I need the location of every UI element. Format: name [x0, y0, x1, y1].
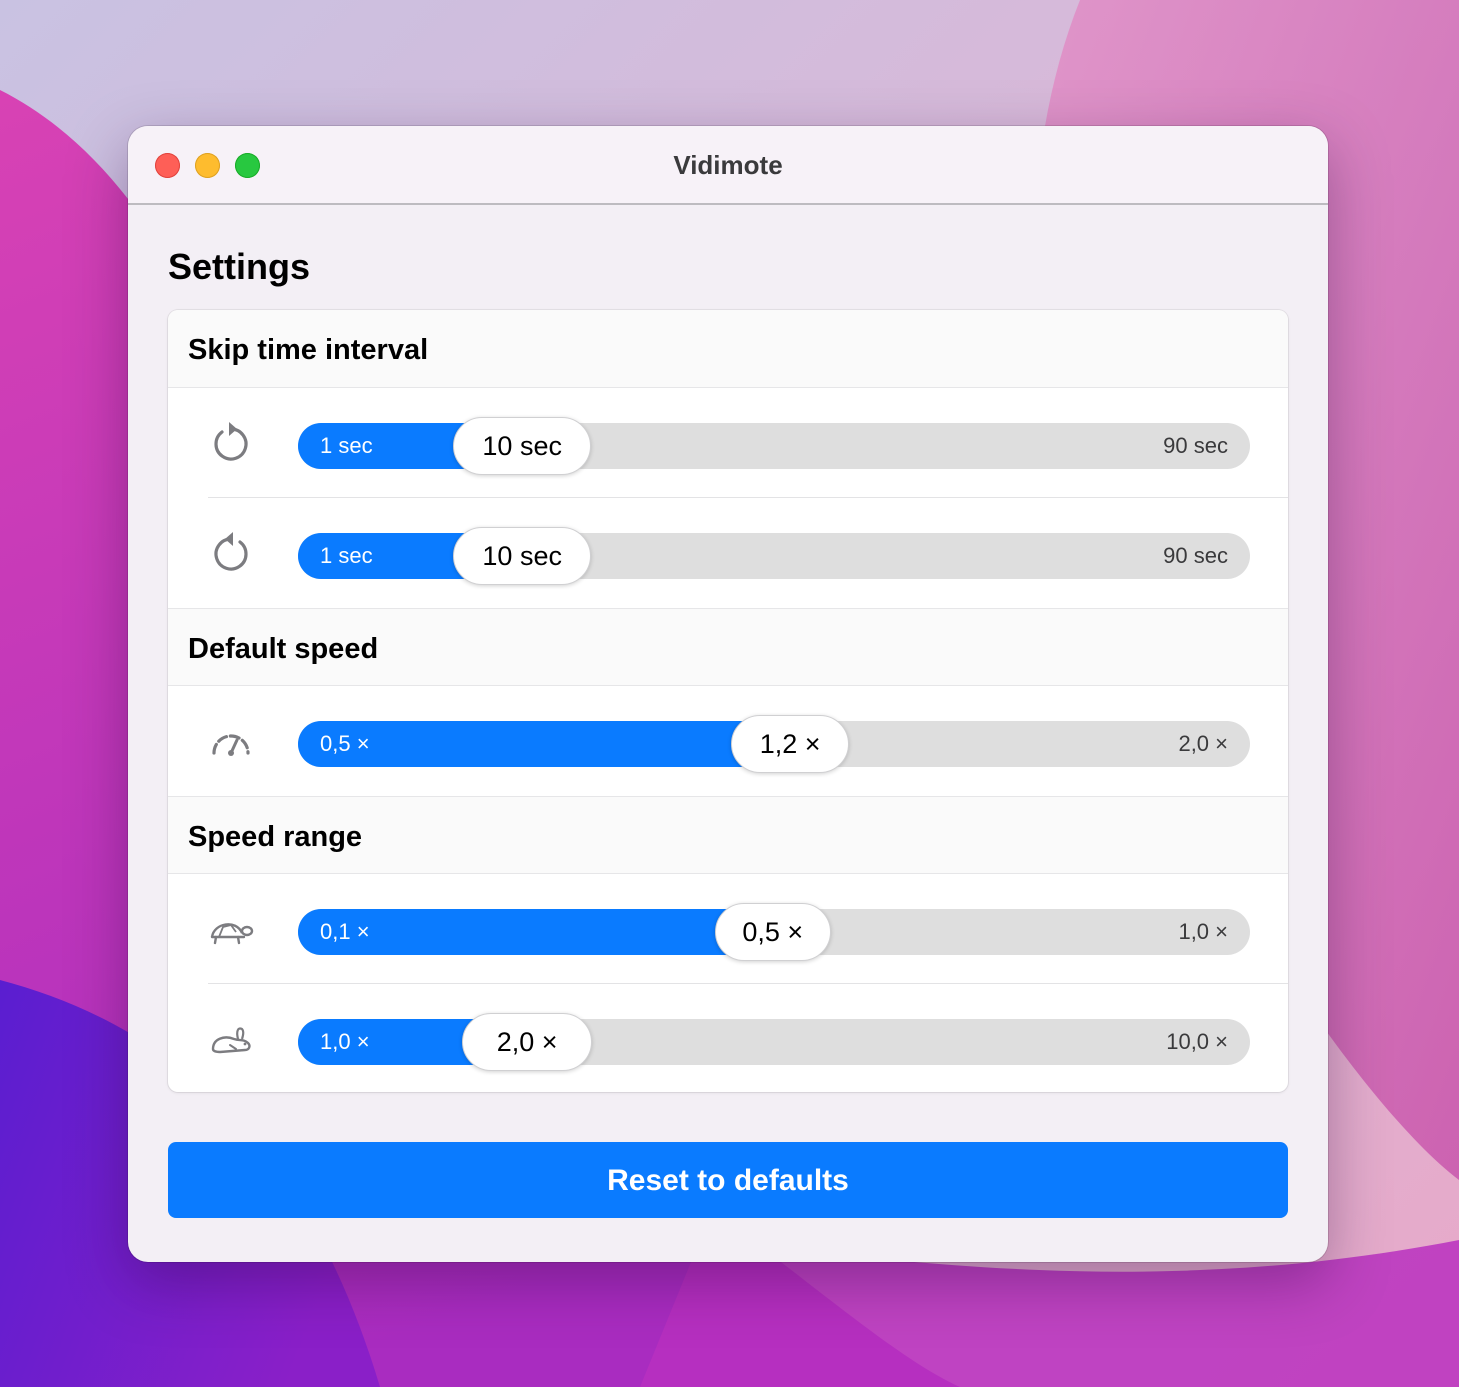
slider-min-label: 0,5 × — [320, 731, 370, 756]
section-title-range: Speed range — [188, 821, 363, 853]
rotate-forward-icon — [214, 532, 248, 571]
section-header-skip: Skip time interval — [168, 310, 1288, 388]
max-speed-row: 1,0 × 10,0 × 2,0 × — [168, 984, 1288, 1092]
slider-thumb[interactable]: 10 sec — [453, 417, 592, 475]
slider-max-label: 10,0 × — [1166, 1029, 1228, 1054]
section-header-speed: Default speed — [168, 608, 1288, 686]
slider-min-label: 1 sec — [320, 433, 373, 458]
slider-min-label: 0,1 × — [320, 919, 370, 944]
slider-max-label: 1,0 × — [1178, 919, 1228, 944]
tortoise-icon — [210, 923, 254, 945]
skip-forward-row: 1 sec 90 sec 10 sec — [168, 498, 1288, 608]
slider-min-label: 1 sec — [320, 543, 373, 568]
speedometer-icon — [212, 734, 250, 756]
page-title: Settings — [168, 246, 311, 287]
section-title-speed: Default speed — [188, 633, 379, 665]
rotate-backward-icon — [214, 422, 248, 461]
max-speed-slider[interactable]: 1,0 × 10,0 × 2,0 × — [298, 1013, 1250, 1071]
title-bar: Vidimote — [128, 126, 1328, 205]
skip-backward-row: 1 sec 90 sec 10 sec — [168, 388, 1288, 498]
slider-max-label: 90 sec — [1163, 433, 1228, 458]
min-speed-row: 0,1 × 1,0 × 0,5 × — [168, 874, 1288, 984]
skip-forward-slider[interactable]: 1 sec 90 sec 10 sec — [298, 527, 1250, 585]
min-speed-slider[interactable]: 0,1 × 1,0 × 0,5 × — [298, 903, 1250, 961]
slider-thumb[interactable]: 2,0 × — [462, 1013, 593, 1071]
default-speed-row: 0,5 × 2,0 × 1,2 × — [168, 686, 1288, 796]
hare-icon — [211, 1027, 251, 1054]
slider-thumb[interactable]: 10 sec — [453, 527, 592, 585]
slider-fill — [298, 721, 791, 767]
window-title: Vidimote — [673, 150, 783, 180]
section-header-range: Speed range — [168, 796, 1288, 874]
settings-panel: Skip time interval 1 sec 90 sec 10 sec 1… — [168, 310, 1288, 1092]
settings-window: Vidimote Settings Skip time interval 1 s… — [128, 126, 1328, 1262]
slider-thumb[interactable]: 1,2 × — [731, 715, 850, 773]
default-speed-slider[interactable]: 0,5 × 2,0 × 1,2 × — [298, 715, 1250, 773]
reset-to-defaults-button[interactable]: Reset to defaults — [168, 1142, 1288, 1218]
slider-max-label: 2,0 × — [1178, 731, 1228, 756]
section-title-skip: Skip time interval — [188, 334, 429, 366]
slider-min-label: 1,0 × — [320, 1029, 370, 1054]
slider-max-label: 90 sec — [1163, 543, 1228, 568]
skip-backward-slider[interactable]: 1 sec 90 sec 10 sec — [298, 417, 1250, 475]
slider-thumb[interactable]: 0,5 × — [714, 903, 831, 961]
